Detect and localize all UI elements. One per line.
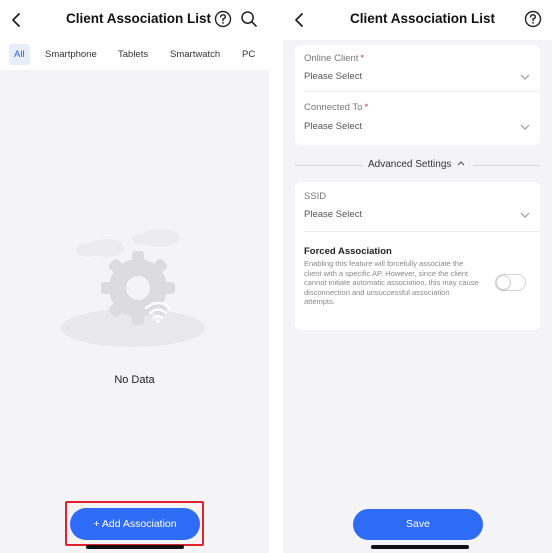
chevron-up-icon xyxy=(457,161,465,166)
add-association-screen: Client Association List Online Client * P… xyxy=(283,0,552,553)
help-icon[interactable] xyxy=(214,10,232,28)
divider xyxy=(473,165,540,166)
add-association-button[interactable]: + Add Association xyxy=(70,508,200,540)
device-type-tabs: All Smartphone Tablets Smartwatch PC xyxy=(0,40,269,70)
toggle-knob xyxy=(497,276,510,289)
online-client-select[interactable]: Please Select xyxy=(304,71,362,82)
online-client-label: Online Client * xyxy=(304,53,365,64)
empty-state-illustration xyxy=(61,229,205,347)
advanced-settings-toggle[interactable]: Advanced Settings xyxy=(368,159,465,170)
required-fields-card: Online Client * Please Select Connected T… xyxy=(295,45,540,145)
header: Client Association List xyxy=(0,0,269,40)
chevron-down-icon[interactable] xyxy=(520,124,530,130)
forced-association-toggle[interactable] xyxy=(495,274,526,291)
tab-pc[interactable]: PC xyxy=(242,44,255,65)
chevron-down-icon[interactable] xyxy=(520,212,530,218)
ssid-label: SSID xyxy=(304,191,327,202)
home-indicator xyxy=(86,545,184,549)
tab-smartphone[interactable]: Smartphone xyxy=(45,44,97,65)
advanced-settings-card: SSID Please Select Forced Association En… xyxy=(295,182,540,330)
client-association-list-screen: Client Association List All Smartphone T… xyxy=(0,0,269,553)
divider xyxy=(304,231,540,232)
page-title: Client Association List xyxy=(66,11,212,26)
tab-all[interactable]: All xyxy=(9,44,30,65)
save-button[interactable]: Save xyxy=(353,509,483,540)
divider xyxy=(304,91,540,92)
connected-to-select[interactable]: Please Select xyxy=(304,121,362,132)
connected-to-label: Connected To * xyxy=(304,102,369,113)
forced-association-description: Enabling this feature will forcefully as… xyxy=(304,259,479,307)
empty-state-text: No Data xyxy=(114,374,155,386)
divider xyxy=(295,165,363,166)
ssid-select[interactable]: Please Select xyxy=(304,209,362,220)
tab-tablets[interactable]: Tablets xyxy=(118,44,148,65)
required-mark: * xyxy=(360,53,365,64)
home-indicator xyxy=(371,545,469,549)
forced-association-title: Forced Association xyxy=(304,246,392,257)
advanced-settings-label: Advanced Settings xyxy=(368,159,452,170)
chevron-down-icon[interactable] xyxy=(520,74,530,80)
required-mark: * xyxy=(364,102,369,113)
back-arrow-icon[interactable] xyxy=(8,10,26,30)
back-arrow-icon[interactable] xyxy=(291,10,309,30)
page-title: Client Association List xyxy=(350,11,496,26)
search-icon[interactable] xyxy=(240,10,258,28)
header: Client Association List xyxy=(283,0,552,40)
tab-smartwatch[interactable]: Smartwatch xyxy=(170,44,220,65)
help-icon[interactable] xyxy=(524,10,542,28)
